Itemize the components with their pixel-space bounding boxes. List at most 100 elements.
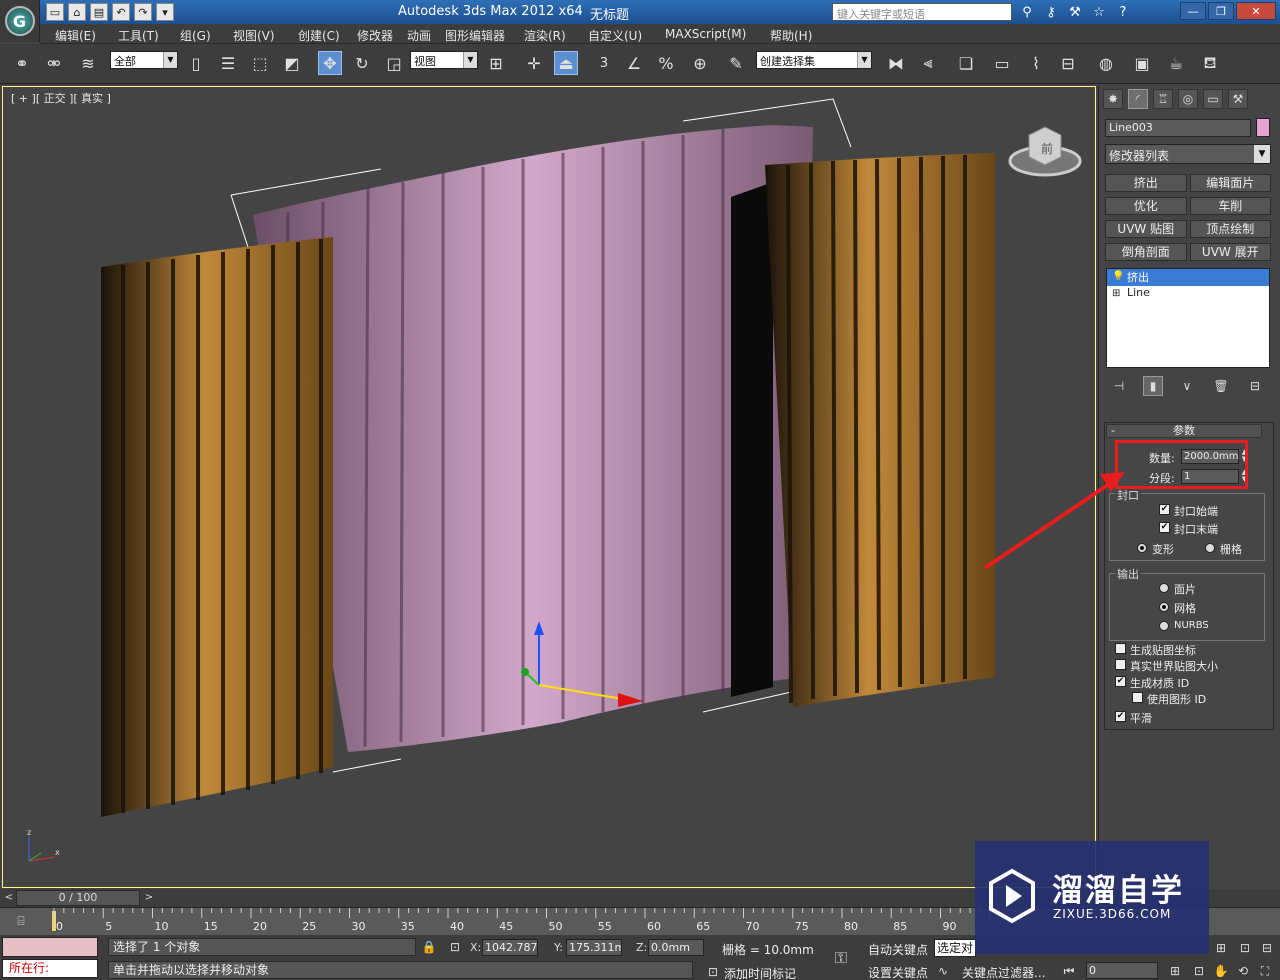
set-key-icon[interactable]: ⚿ [832, 948, 850, 967]
use-shape-id-checkbox[interactable] [1132, 692, 1143, 703]
maximize-viewport-icon[interactable]: ⛶ [1256, 962, 1274, 980]
edit-patch-button[interactable]: 编辑面片 [1189, 174, 1271, 192]
hierarchy-tab-icon[interactable]: ♖ [1153, 89, 1173, 109]
menu-rendering[interactable]: 渲染(R) [524, 27, 566, 44]
utilities-tab-icon[interactable]: ⚒ [1228, 89, 1248, 109]
menu-maxscript[interactable]: MAXScript(M) [665, 27, 746, 41]
layer-manager-icon[interactable]: ❏ [954, 51, 978, 75]
manipulate-icon[interactable]: ✛ [522, 51, 546, 75]
unlink-icon[interactable]: ⚮ [42, 51, 66, 75]
percent-snap-icon[interactable]: % [654, 51, 678, 75]
grid-radio[interactable] [1205, 543, 1215, 553]
configure-sets-icon[interactable]: ⊟ [1245, 376, 1265, 396]
rollout-header[interactable]: - 参数 [1106, 424, 1262, 438]
link-icon[interactable]: ⚭ [10, 51, 34, 75]
stack-item-line[interactable]: ⊞ Line [1107, 286, 1269, 303]
keyboard-shortcut-override-icon[interactable]: ⏏ [554, 51, 578, 75]
absolute-mode-icon[interactable]: ⊡ [446, 938, 464, 956]
auto-key-button[interactable]: 自动关键点 [868, 941, 928, 958]
make-unique-icon[interactable]: ∨ [1177, 376, 1197, 396]
time-slider-thumb[interactable]: 0 / 100 [16, 890, 140, 906]
set-key-button[interactable]: 设置关键点 [868, 964, 928, 980]
bevel-profile-button[interactable]: 倒角剖面 [1105, 243, 1187, 261]
minimize-icon[interactable]: — [1180, 2, 1206, 20]
extrude-button[interactable]: 挤出 [1105, 174, 1187, 192]
y-coord-field[interactable]: 175.311mm [566, 939, 622, 956]
menu-tools[interactable]: 工具(T) [118, 27, 159, 44]
current-frame-field[interactable]: 0 [1086, 962, 1158, 979]
mini-curve-editor-icon[interactable]: ⌸ [12, 912, 30, 930]
edit-named-selection-icon[interactable]: ✎ [724, 51, 748, 75]
go-start-icon[interactable]: ⏮ [1060, 962, 1078, 980]
binoculars-icon[interactable]: ⚲ [1018, 3, 1036, 21]
menu-group[interactable]: 组(G) [180, 27, 211, 44]
maxscript-listener[interactable] [2, 937, 98, 957]
morph-radio[interactable] [1137, 543, 1147, 553]
key-filter-icon[interactable]: ∿ [934, 962, 952, 980]
motion-tab-icon[interactable]: ◎ [1178, 89, 1198, 109]
stack-item-extrude[interactable]: 💡 挤出 [1107, 269, 1269, 286]
ref-coord-dropdown[interactable]: 视图 ▼ [410, 51, 478, 69]
more-tools-icon[interactable]: ▾ [156, 3, 174, 21]
object-name-field[interactable]: Line003 [1105, 119, 1251, 137]
zoom-all-icon[interactable]: ⊞ [1212, 939, 1230, 957]
help-icon[interactable]: ? [1114, 3, 1132, 21]
gen-mapping-checkbox[interactable] [1115, 643, 1126, 654]
next-frame-icon[interactable]: > [142, 891, 156, 905]
zoom-icon[interactable]: ⊡ [1190, 962, 1208, 980]
select-object-icon[interactable]: ▯ [184, 51, 208, 75]
menu-help[interactable]: 帮助(H) [770, 27, 812, 44]
mirror-icon[interactable]: ⧓ [884, 51, 908, 75]
angle-snap-icon[interactable]: ∠ [622, 51, 646, 75]
create-tab-icon[interactable]: ✸ [1103, 89, 1123, 109]
lock-icon[interactable]: 🔒 [420, 938, 438, 956]
patch-radio[interactable] [1159, 583, 1169, 593]
render-setup-icon[interactable]: ▣ [1130, 51, 1154, 75]
remove-modifier-icon[interactable]: 🗑 [1211, 376, 1231, 396]
menu-animation[interactable]: 动画 [407, 27, 431, 44]
select-move-icon[interactable]: ✥ [318, 51, 342, 75]
smooth-checkbox[interactable]: ✔ [1115, 711, 1126, 722]
zoom-extents-icon[interactable]: ⊡ [1236, 939, 1254, 957]
save-file-icon[interactable]: ▤ [90, 3, 108, 21]
snap-toggle-icon[interactable]: 3 [592, 51, 616, 75]
pan-icon[interactable]: ✋ [1212, 962, 1230, 980]
rendered-frame-icon[interactable]: ☕ [1164, 51, 1188, 75]
select-by-name-icon[interactable]: ☰ [216, 51, 240, 75]
display-tab-icon[interactable]: ▭ [1203, 89, 1223, 109]
app-logo-button[interactable]: G [0, 0, 40, 42]
time-config-icon[interactable]: ⊞ [1166, 962, 1184, 980]
script-prompt[interactable]: 所在行: [2, 959, 98, 978]
select-rotate-icon[interactable]: ↻ [350, 51, 374, 75]
new-file-icon[interactable]: ▭ [46, 3, 64, 21]
add-time-tag[interactable]: 添加时间标记 [724, 965, 796, 980]
menu-customize[interactable]: 自定义(U) [588, 27, 642, 44]
selected-dropdown[interactable]: 选定对 [934, 939, 976, 957]
close-icon[interactable]: ✕ [1236, 2, 1276, 20]
star-icon[interactable]: ☆ [1090, 3, 1108, 21]
uvw-map-button[interactable]: UVW 贴图 [1105, 220, 1187, 238]
real-world-checkbox[interactable] [1115, 659, 1126, 670]
gen-mat-id-checkbox[interactable]: ✔ [1115, 676, 1126, 687]
nurbs-radio[interactable] [1159, 621, 1169, 631]
orbit-icon[interactable]: ⟲ [1234, 962, 1252, 980]
vertex-paint-button[interactable]: 顶点绘制 [1189, 220, 1271, 238]
menu-view[interactable]: 视图(V) [233, 27, 275, 44]
mesh-radio[interactable] [1159, 602, 1169, 612]
curve-editor-icon[interactable]: ⌇ [1024, 51, 1048, 75]
prev-frame-icon[interactable]: < [2, 891, 16, 905]
optimize-button[interactable]: 优化 [1105, 197, 1187, 215]
x-coord-field[interactable]: 1042.787m [482, 939, 538, 956]
cap-end-checkbox[interactable]: ✔ [1159, 522, 1170, 533]
pin-stack-icon[interactable]: ⊣ [1109, 376, 1129, 396]
modify-tab-icon[interactable]: ◜ [1128, 89, 1148, 109]
spinner-snap-icon[interactable]: ⊕ [688, 51, 712, 75]
key-filters-button[interactable]: 关键点过滤器... [962, 964, 1045, 980]
viewcube[interactable]: 前 [1007, 117, 1083, 181]
menu-graph-editors[interactable]: 图形编辑器 [445, 27, 505, 44]
show-end-result-icon[interactable]: ▮ [1143, 376, 1163, 396]
restore-icon[interactable]: ❐ [1208, 2, 1234, 20]
window-crossing-icon[interactable]: ◩ [280, 51, 304, 75]
menu-edit[interactable]: 编辑(E) [55, 27, 96, 44]
plus-icon[interactable]: ⊞ [1112, 288, 1122, 300]
